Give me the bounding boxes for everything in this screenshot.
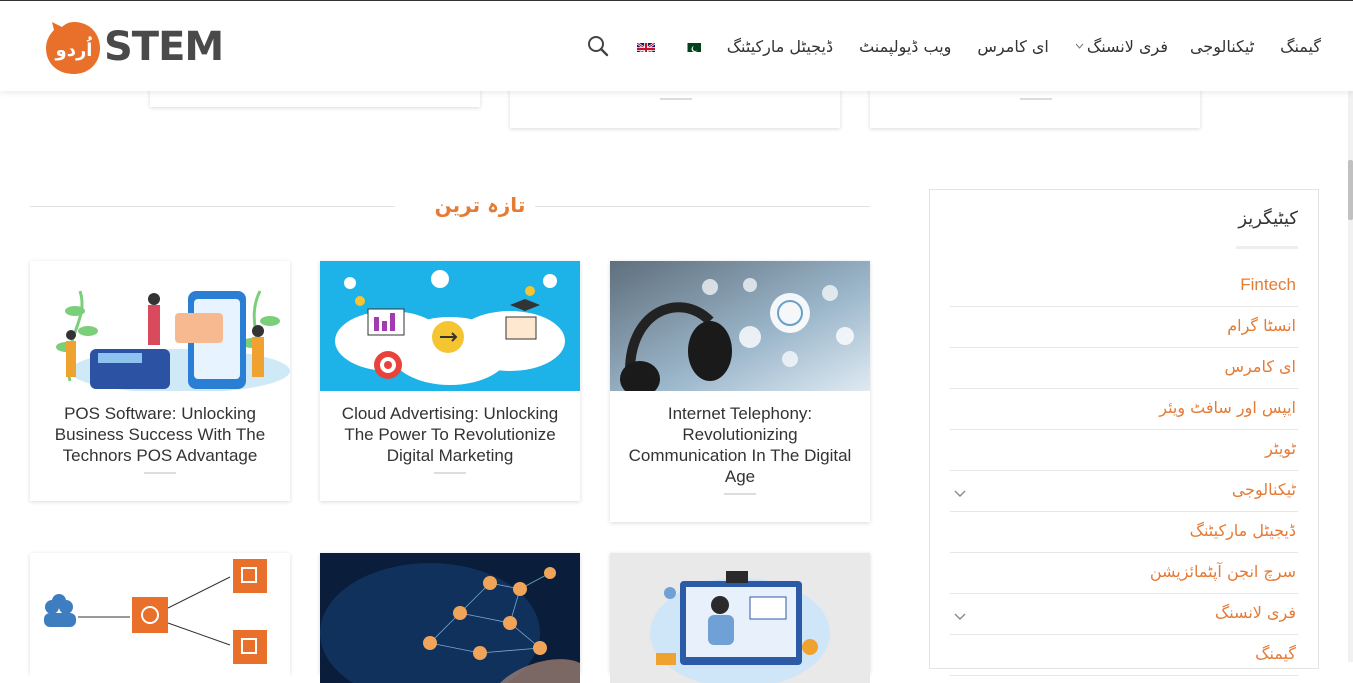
post-card[interactable] (30, 553, 290, 683)
chevron-down-icon[interactable] (954, 483, 966, 497)
cloud-marketing-illustration[interactable] (320, 261, 580, 391)
category-ecommerce[interactable]: ای کامرس (950, 348, 1298, 389)
category-instagram[interactable]: انسٹا گرام (950, 307, 1298, 348)
category-twitter[interactable]: ٹویٹر (950, 430, 1298, 471)
headset-photo[interactable] (610, 261, 870, 391)
category-label[interactable]: سرچ انجن آپٹمائزیشن (1150, 562, 1296, 581)
logo-text: STEM (104, 24, 224, 70)
network-globe-photo[interactable] (320, 553, 580, 683)
category-label[interactable]: ٹویٹر (1265, 439, 1296, 458)
category-label[interactable]: ای کامرس (1225, 357, 1296, 376)
category-gaming[interactable]: گیمنگ (950, 635, 1298, 676)
categories-widget: کیٹیگریز Fintech انسٹا گرام ای کامرس ایپ… (929, 189, 1319, 676)
category-digital-marketing[interactable]: ڈیجیٹل مارکیٹنگ (950, 512, 1298, 553)
post-card[interactable] (610, 553, 870, 683)
nav-gaming[interactable]: گیمنگ (1280, 37, 1321, 56)
post-title[interactable]: Internet Telephony: Revolutionizing Comm… (622, 403, 858, 487)
site-header: اُردو STEM گیمنگ ٹیکنالوجی فری لانسنگ ای… (0, 0, 1353, 91)
category-label[interactable]: انسٹا گرام (1227, 316, 1296, 335)
post-card[interactable]: Internet Telephony: Revolutionizing Comm… (610, 261, 870, 522)
nav-web-development[interactable]: ویب ڈیولپمنٹ (859, 37, 951, 56)
nav-technology[interactable]: ٹیکنالوجی (1190, 37, 1254, 56)
urdu-logo-badge: اُردو (44, 20, 102, 74)
post-title[interactable]: Cloud Advertising: Unlocking The Power T… (332, 403, 568, 466)
main-nav: گیمنگ ٹیکنالوجی فری لانسنگ ای کامرس ویب … (559, 35, 1321, 57)
category-apps-software[interactable]: ایپس اور سافٹ ویئر (950, 389, 1298, 430)
nav-digital-marketing[interactable]: ڈیجیٹل مارکیٹنگ (727, 37, 833, 56)
category-technology[interactable]: ٹیکنالوجی (950, 471, 1298, 512)
category-label[interactable]: ایپس اور سافٹ ویئر (1159, 398, 1296, 417)
load-balancer-diagram[interactable] (30, 553, 290, 683)
payment-terminal-illustration[interactable] (30, 261, 290, 391)
chevron-down-icon (1075, 41, 1084, 52)
post-card[interactable] (320, 553, 580, 683)
category-freelancing[interactable]: فری لانسنگ (950, 594, 1298, 635)
latest-section-heading: تازہ ترین (30, 193, 870, 221)
pakistan-flag-icon[interactable] (682, 40, 701, 52)
category-label[interactable]: Fintech (1240, 275, 1296, 295)
widget-title-underline (1236, 246, 1298, 249)
category-fintech[interactable]: Fintech (950, 266, 1298, 307)
site-logo[interactable]: اُردو STEM (44, 19, 224, 75)
nav-freelancing[interactable]: فری لانسنگ (1075, 37, 1168, 56)
category-label[interactable]: فری لانسنگ (1215, 603, 1296, 622)
widget-title: کیٹیگریز (1238, 208, 1298, 229)
chevron-down-icon[interactable] (954, 606, 966, 620)
scrollbar-thumb[interactable] (1348, 160, 1353, 220)
category-seo[interactable]: سرچ انجن آپٹمائزیشن (950, 553, 1298, 594)
category-label[interactable]: ڈیجیٹل مارکیٹنگ (1190, 521, 1296, 540)
post-title[interactable]: POS Software: Unlocking Business Success… (42, 403, 278, 466)
nav-ecommerce[interactable]: ای کامرس (977, 37, 1048, 56)
category-label[interactable]: گیمنگ (1255, 644, 1296, 663)
online-teacher-illustration[interactable] (610, 553, 870, 683)
page-scrollbar[interactable] (1348, 0, 1353, 662)
category-label[interactable]: ٹیکنالوجی (1232, 480, 1296, 499)
uk-flag-icon[interactable] (636, 40, 655, 52)
search-icon[interactable] (587, 35, 609, 57)
section-title: تازہ ترین (434, 193, 526, 217)
post-card[interactable]: POS Software: Unlocking Business Success… (30, 261, 290, 501)
post-card[interactable]: Cloud Advertising: Unlocking The Power T… (320, 261, 580, 501)
